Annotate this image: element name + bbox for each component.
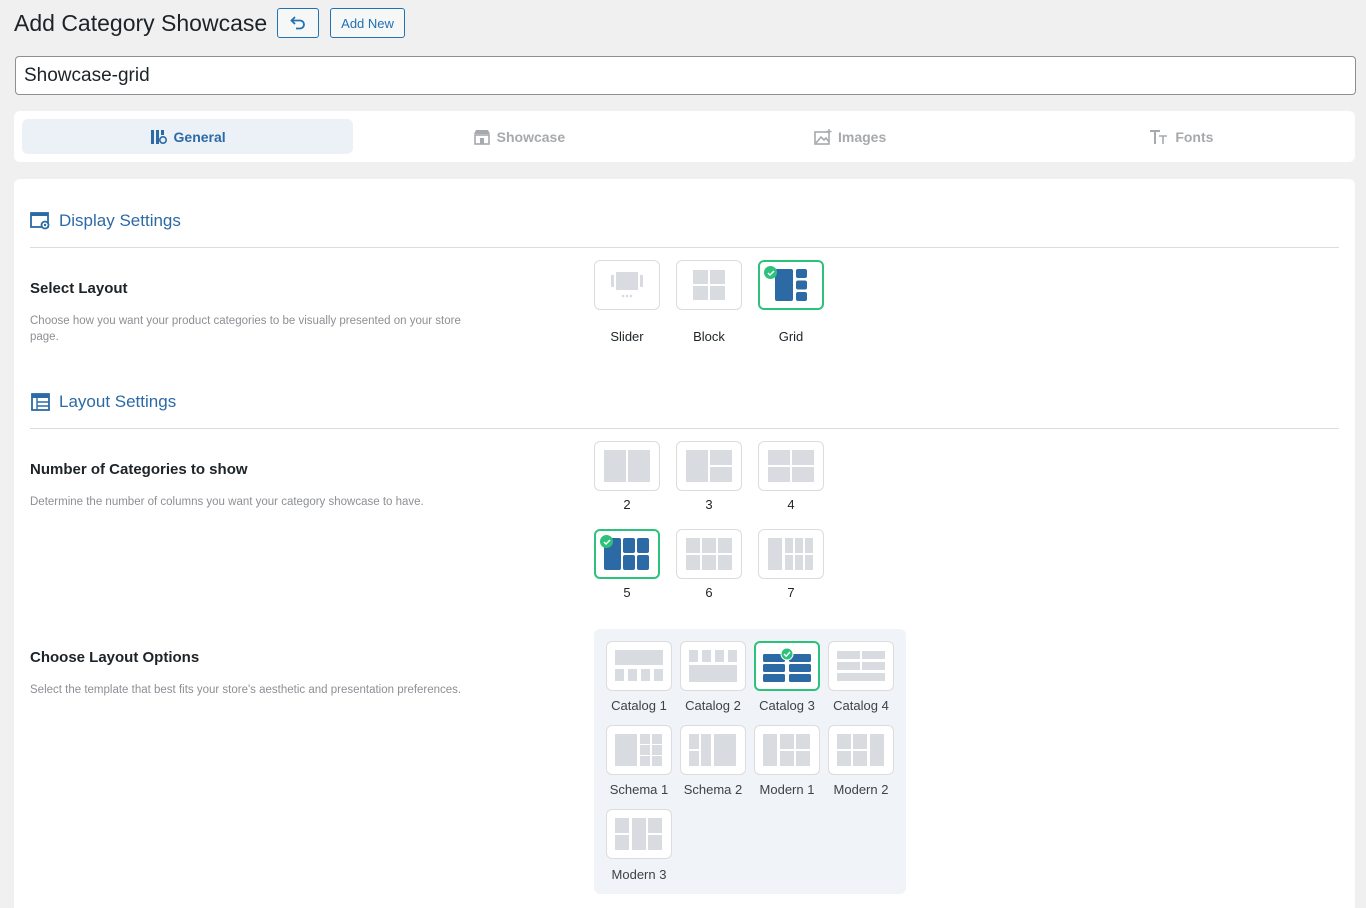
option-label: Catalog 1 <box>611 698 667 713</box>
images-icon <box>814 128 832 145</box>
option-label: Block <box>693 329 725 344</box>
option-label: 5 <box>623 585 631 600</box>
tab-label: General <box>173 128 226 145</box>
settings-panel: Display Settings Select Layout Choose ho… <box>14 179 1355 908</box>
template-modern-3[interactable] <box>606 809 672 859</box>
template-modern-1[interactable] <box>754 725 820 775</box>
tab-images[interactable]: Images <box>685 119 1016 154</box>
catalog-4-icon <box>837 651 885 681</box>
grid-layout-icon <box>775 269 807 301</box>
two-columns-icon <box>604 450 650 482</box>
template-catalog-3[interactable] <box>754 641 820 691</box>
categories-count-label: Number of Categories to show <box>30 461 248 478</box>
fonts-icon <box>1150 129 1168 144</box>
option-label: 3 <box>705 497 713 512</box>
select-layout-description: Choose how you want your product categor… <box>30 315 461 343</box>
catalog-3-icon <box>763 648 811 682</box>
tab-label: Showcase <box>496 128 566 145</box>
option-label: Slider <box>610 329 644 344</box>
columns-option-6[interactable] <box>676 529 742 579</box>
layout-settings-heading: Layout Settings <box>30 392 176 412</box>
layout-options-grid: Catalog 1 Catalog 2 Catalog 3 Catalog 4 … <box>594 629 906 894</box>
option-label: 7 <box>787 585 795 600</box>
catalog-1-icon <box>615 650 663 681</box>
schema-1-icon <box>615 734 662 766</box>
option-label: Modern 2 <box>833 782 889 797</box>
layout-options-description: Select the template that best fits your … <box>30 684 462 696</box>
general-icon <box>150 129 167 144</box>
undo-button[interactable] <box>277 8 320 38</box>
add-new-button[interactable]: Add New <box>330 8 405 38</box>
block-layout-icon <box>693 270 725 300</box>
option-label: Modern 1 <box>759 782 815 797</box>
tab-bar: General Showcase Images Fonts <box>14 111 1355 162</box>
check-icon <box>600 535 613 548</box>
columns-option-4[interactable] <box>758 441 824 491</box>
columns-option-3[interactable] <box>676 441 742 491</box>
option-label: Modern 3 <box>611 867 667 882</box>
layout-option-grid[interactable] <box>758 260 824 310</box>
option-label: Catalog 4 <box>833 698 889 713</box>
three-columns-icon <box>686 450 732 482</box>
option-label: Catalog 2 <box>685 698 741 713</box>
slider-layout-icon <box>611 272 643 298</box>
option-label: 6 <box>705 585 713 600</box>
six-columns-icon <box>686 538 732 570</box>
select-layout-label: Select Layout <box>30 280 128 297</box>
columns-option-2[interactable] <box>594 441 660 491</box>
modern-2-icon <box>837 734 884 766</box>
option-label: Grid <box>778 329 804 344</box>
four-columns-icon <box>768 450 814 482</box>
undo-icon <box>290 16 306 30</box>
page-header: Add Category Showcase Add New <box>14 8 405 38</box>
divider <box>30 428 1339 429</box>
catalog-2-icon <box>689 650 737 682</box>
template-modern-2[interactable] <box>828 725 894 775</box>
tab-showcase[interactable]: Showcase <box>353 119 684 154</box>
section-title: Display Settings <box>59 211 181 230</box>
categories-count-description: Determine the number of columns you want… <box>30 496 424 508</box>
tab-label: Images <box>838 128 887 145</box>
option-label: 4 <box>787 497 795 512</box>
check-icon <box>764 266 777 279</box>
display-settings-heading: Display Settings <box>30 211 181 231</box>
display-settings-icon <box>30 212 50 230</box>
layout-option-slider[interactable] <box>594 260 660 310</box>
schema-2-icon <box>689 734 736 766</box>
option-label: 2 <box>623 497 631 512</box>
tab-general[interactable]: General <box>22 119 354 154</box>
tab-fonts[interactable]: Fonts <box>1016 119 1347 154</box>
showcase-title-input[interactable] <box>15 56 1356 95</box>
template-catalog-1[interactable] <box>606 641 672 691</box>
modern-1-icon <box>763 734 810 766</box>
template-schema-1[interactable] <box>606 725 672 775</box>
modern-3-icon <box>615 818 662 850</box>
template-schema-2[interactable] <box>680 725 746 775</box>
option-label: Schema 1 <box>609 782 669 797</box>
option-label: Catalog 3 <box>759 698 815 713</box>
option-label: Schema 2 <box>683 782 743 797</box>
template-catalog-2[interactable] <box>680 641 746 691</box>
layout-options-label: Choose Layout Options <box>30 649 200 666</box>
layout-option-block[interactable] <box>676 260 742 310</box>
divider <box>30 247 1339 248</box>
store-icon <box>473 129 490 145</box>
tab-label: Fonts <box>1175 128 1214 145</box>
template-catalog-4[interactable] <box>828 641 894 691</box>
columns-option-5[interactable] <box>594 529 660 579</box>
section-title: Layout Settings <box>59 392 177 411</box>
columns-option-7[interactable] <box>758 529 824 579</box>
seven-columns-icon <box>768 538 813 570</box>
page-title: Add Category Showcase <box>14 9 268 36</box>
layout-settings-icon <box>31 393 50 411</box>
